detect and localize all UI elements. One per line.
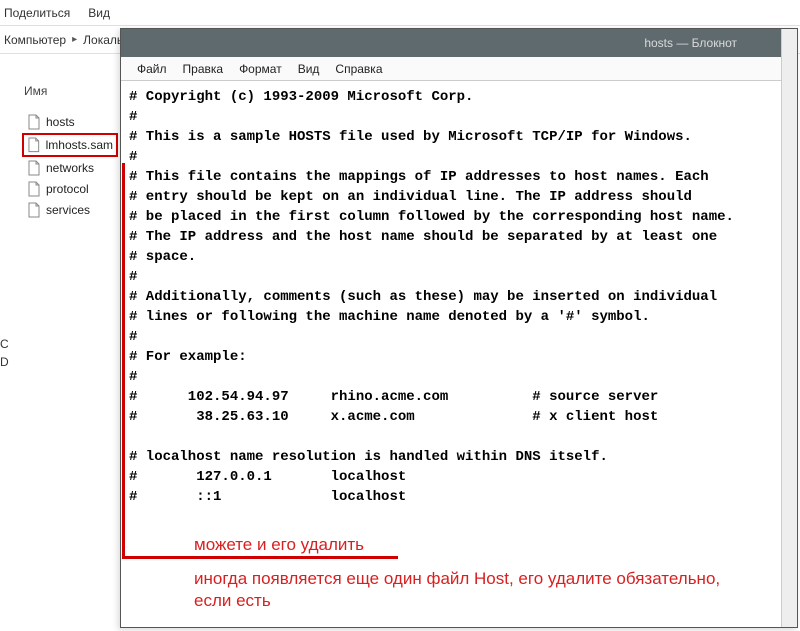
file-item-lmhosts[interactable]: lmhosts.sam	[22, 133, 118, 157]
menu-format[interactable]: Формат	[233, 60, 288, 78]
chevron-right-icon: ▸	[72, 34, 77, 45]
scrollbar-vertical[interactable]	[781, 29, 797, 627]
menu-file[interactable]: Файл	[131, 60, 173, 78]
file-icon	[27, 137, 41, 153]
menu-help[interactable]: Справка	[329, 60, 388, 78]
explorer-top-menu: Поделиться Вид	[0, 0, 800, 26]
file-icon	[27, 114, 41, 130]
file-item-hosts[interactable]: hosts	[24, 112, 116, 132]
menu-view[interactable]: Вид	[88, 6, 110, 20]
breadcrumb-part-local[interactable]: Локаль	[83, 33, 123, 47]
file-icon	[27, 181, 41, 197]
file-label: lmhosts.sam	[46, 138, 113, 152]
explorer-file-list: Имя hosts lmhosts.sam networks protocol …	[0, 54, 120, 614]
breadcrumb-part-computer[interactable]: Компьютер	[4, 33, 66, 47]
file-label: services	[46, 203, 90, 217]
file-item-networks[interactable]: networks	[24, 158, 116, 178]
notepad-title-text: hosts — Блокнот	[644, 36, 737, 50]
menu-edit[interactable]: Правка	[177, 60, 230, 78]
file-item-protocol[interactable]: protocol	[24, 179, 116, 199]
menu-view[interactable]: Вид	[292, 60, 326, 78]
file-label: protocol	[46, 182, 89, 196]
notepad-window: hosts — Блокнот Файл Правка Формат Вид С…	[120, 28, 798, 628]
file-label: hosts	[46, 115, 75, 129]
file-item-services[interactable]: services	[24, 200, 116, 220]
side-drive-letters: C D	[0, 335, 9, 371]
notepad-titlebar[interactable]: hosts — Блокнот	[121, 29, 797, 57]
notepad-textarea[interactable]: # Copyright (c) 1993-2009 Microsoft Corp…	[121, 81, 797, 513]
menu-share[interactable]: Поделиться	[4, 6, 70, 20]
file-icon	[27, 202, 41, 218]
file-icon	[27, 160, 41, 176]
notepad-menubar: Файл Правка Формат Вид Справка	[121, 57, 797, 81]
file-label: networks	[46, 161, 94, 175]
column-header-name[interactable]: Имя	[24, 84, 116, 98]
